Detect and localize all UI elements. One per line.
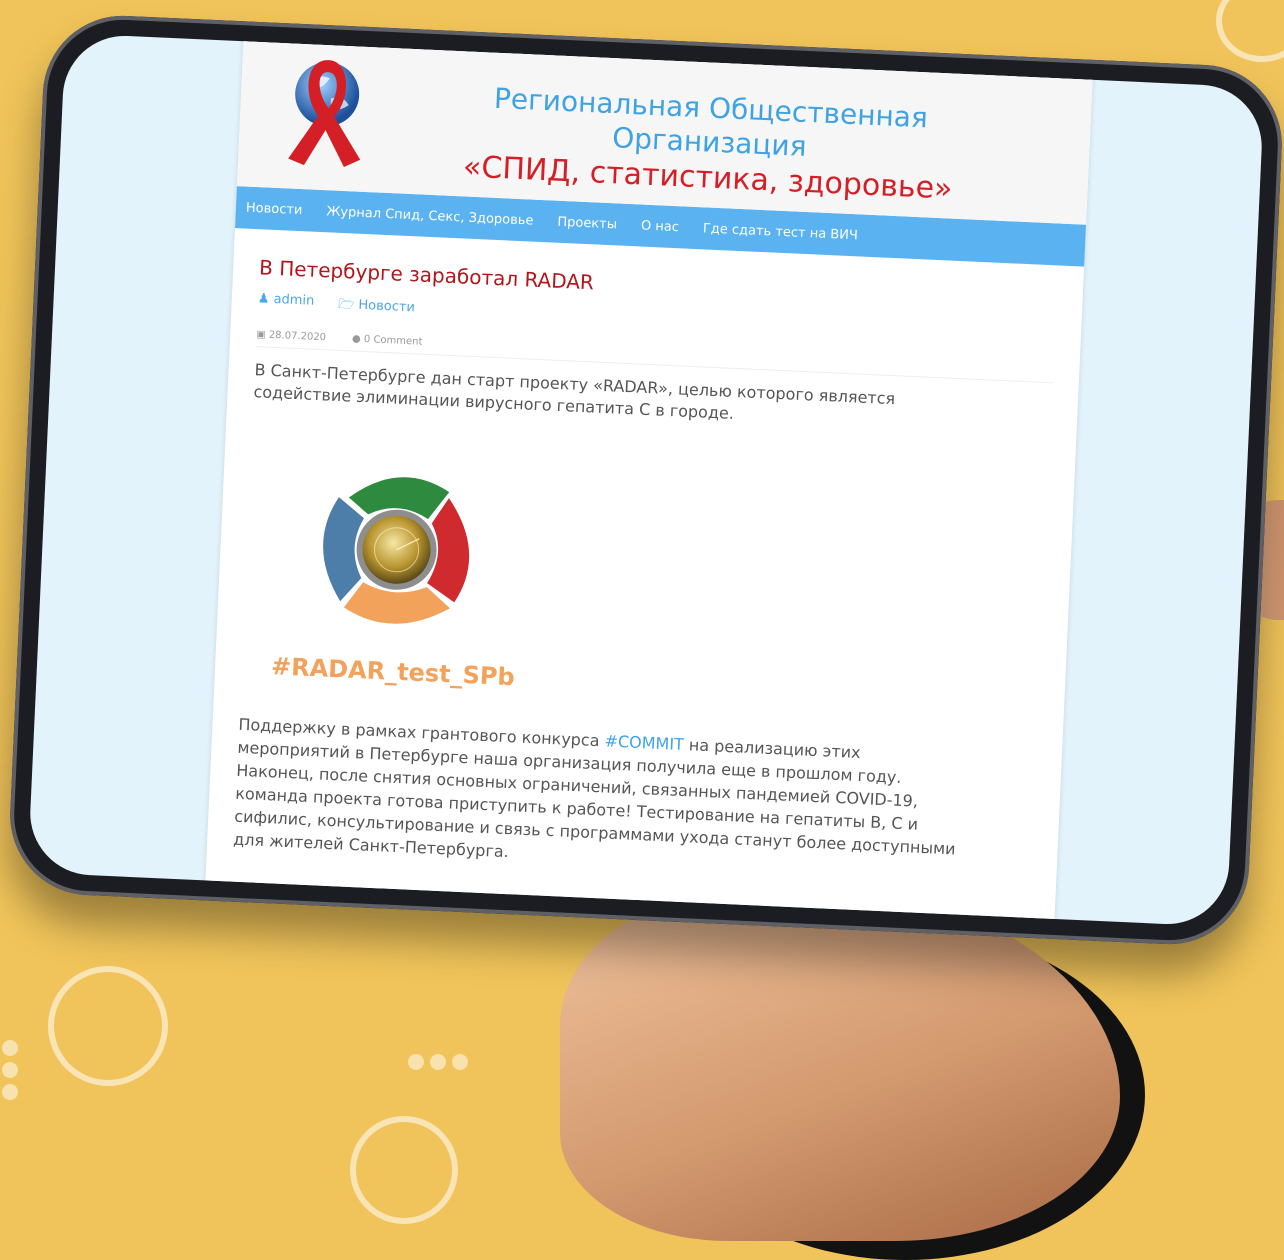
post-category-name: Новости: [358, 297, 416, 316]
nav-item-projects[interactable]: Проекты: [557, 214, 617, 232]
user-icon: ♟: [257, 291, 270, 307]
decor-circle: [48, 966, 168, 1086]
post-category[interactable]: 🗁 Новости: [338, 295, 416, 320]
tablet-screen: Региональная Общественная Организация «С…: [27, 33, 1265, 927]
post-date-value: 28.07.2020: [268, 329, 327, 344]
post-body: Поддержку в рамках грантового конкурса #…: [233, 713, 969, 884]
comment-icon: ●: [351, 333, 361, 345]
nav-item-journal[interactable]: Журнал Спид, Секс, Здоровье: [326, 204, 534, 228]
decor-circle: [1216, 0, 1284, 62]
post-comments[interactable]: ● 0 Comment: [352, 334, 423, 348]
post-date: ▣ 28.07.2020: [256, 329, 326, 343]
folder-icon: 🗁: [337, 296, 355, 313]
decor-circle: [350, 1116, 458, 1224]
decor-dots: [408, 1054, 468, 1070]
post-content: В Петербурге заработал RADAR ♟ admin 🗁 Н…: [206, 228, 1084, 908]
nav-item-hiv-test[interactable]: Где сдать тест на ВИЧ: [703, 221, 859, 243]
web-page: Региональная Общественная Организация «С…: [201, 33, 1094, 927]
tablet-device: Региональная Общественная Организация «С…: [6, 12, 1284, 948]
commit-link[interactable]: #COMMIT: [604, 731, 684, 754]
post-body-text-2: на реализацию этих мероприятий в Петербу…: [232, 734, 956, 862]
nav-item-about[interactable]: О нас: [641, 218, 680, 235]
radar-hashtag: #RADAR_test_SPb: [270, 652, 516, 692]
post-author[interactable]: ♟ admin: [257, 291, 314, 316]
tablet-bezel: Региональная Общественная Организация «С…: [6, 12, 1284, 948]
post-comments-value: 0 Comment: [363, 334, 423, 348]
nav-item-news[interactable]: Новости: [246, 200, 303, 218]
post-author-name: admin: [273, 291, 315, 309]
ribbon-globe-logo[interactable]: [280, 52, 369, 172]
site-title[interactable]: Региональная Общественная Организация «С…: [437, 79, 981, 209]
radar-logo-image: [303, 456, 491, 644]
decor-dots: [2, 1040, 18, 1100]
calendar-icon: ▣: [255, 329, 266, 341]
